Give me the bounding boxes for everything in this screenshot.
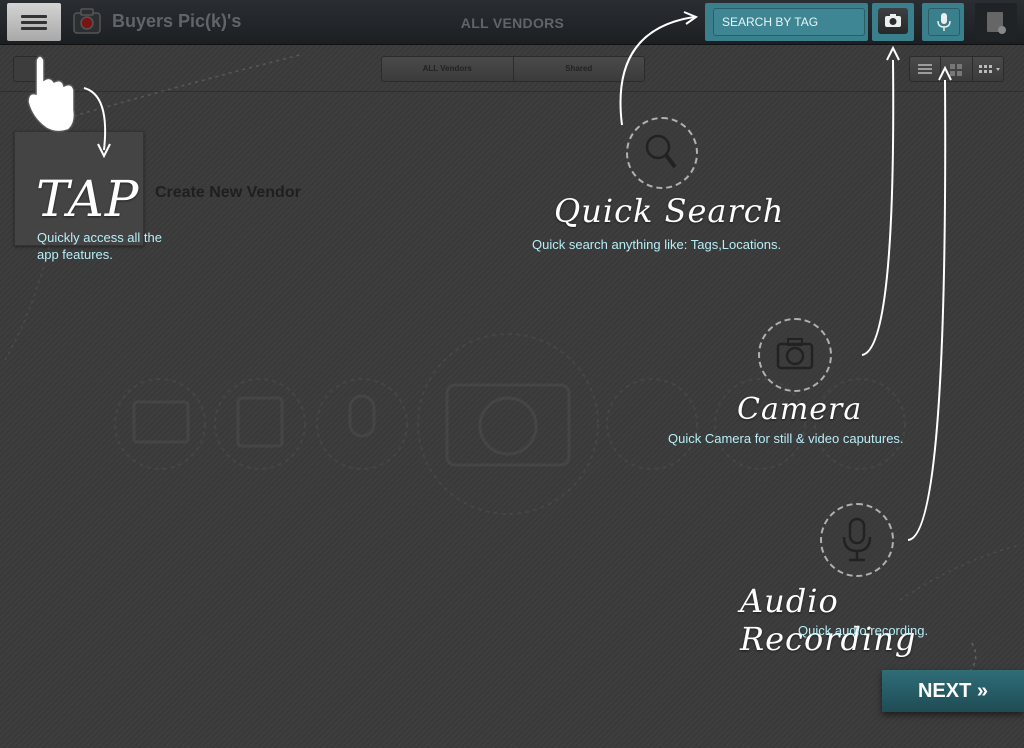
quick-search-circle (626, 117, 698, 189)
list-view-button[interactable] (910, 57, 940, 81)
tap-title: TAP (36, 170, 140, 228)
app-title: Buyers Pic(k)'s (112, 11, 242, 31)
camera-logo-icon (73, 8, 101, 34)
audio-title: Audio Recording (740, 582, 917, 658)
grid-view-button[interactable] (940, 57, 971, 81)
microphone-button[interactable] (922, 3, 964, 41)
next-button[interactable]: NEXT » (882, 670, 1024, 712)
vendor-filter-segment: ALL Vendors Shared (381, 56, 645, 82)
magnifier-icon (645, 134, 677, 169)
segment-all-vendors[interactable]: ALL Vendors (382, 57, 513, 81)
search-container: SEARCH BY TAG (705, 3, 868, 41)
list-view-icon (918, 64, 932, 74)
camera-circle (758, 318, 832, 392)
menu-button[interactable] (7, 3, 61, 41)
filter-button[interactable] (13, 56, 43, 82)
view-toggle (909, 56, 1004, 82)
audio-description: Quick audio recording. (798, 623, 929, 638)
grid-view-icon (950, 64, 963, 76)
create-vendor-label[interactable]: Create New Vendor (155, 184, 301, 202)
microphone-icon (937, 13, 951, 31)
tap-description: Quickly access all the app features. (37, 229, 162, 263)
camera-button[interactable] (872, 3, 914, 41)
quick-search-description: Quick search anything like: Tags,Locatio… (532, 237, 782, 252)
segment-shared[interactable]: Shared (512, 57, 645, 81)
camera-title: Camera (737, 392, 863, 427)
small-grid-view-button[interactable] (971, 57, 1003, 81)
search-input[interactable]: SEARCH BY TAG (713, 8, 865, 36)
microphone-hint-icon (842, 517, 872, 562)
small-grid-view-icon (978, 65, 1000, 73)
menu-icon (21, 15, 47, 30)
camera-hint-icon (776, 338, 814, 370)
camera-description: Quick Camera for still & video caputures… (668, 431, 904, 446)
note-icon (987, 12, 1006, 34)
secondary-toolbar: ALL Vendors Shared (0, 45, 1024, 92)
top-navigation-bar: Buyers Pic(k)'s ALL VENDORS SEARCH BY TA… (0, 0, 1024, 45)
tap-desc-line-2: app features. (37, 247, 113, 262)
camera-icon (885, 14, 901, 27)
audio-circle (820, 503, 894, 577)
note-button[interactable] (975, 3, 1017, 41)
page-title: ALL VENDORS (460, 15, 565, 31)
tap-desc-line-1: Quickly access all the (37, 230, 162, 245)
quick-search-title: Quick Search (554, 192, 785, 230)
